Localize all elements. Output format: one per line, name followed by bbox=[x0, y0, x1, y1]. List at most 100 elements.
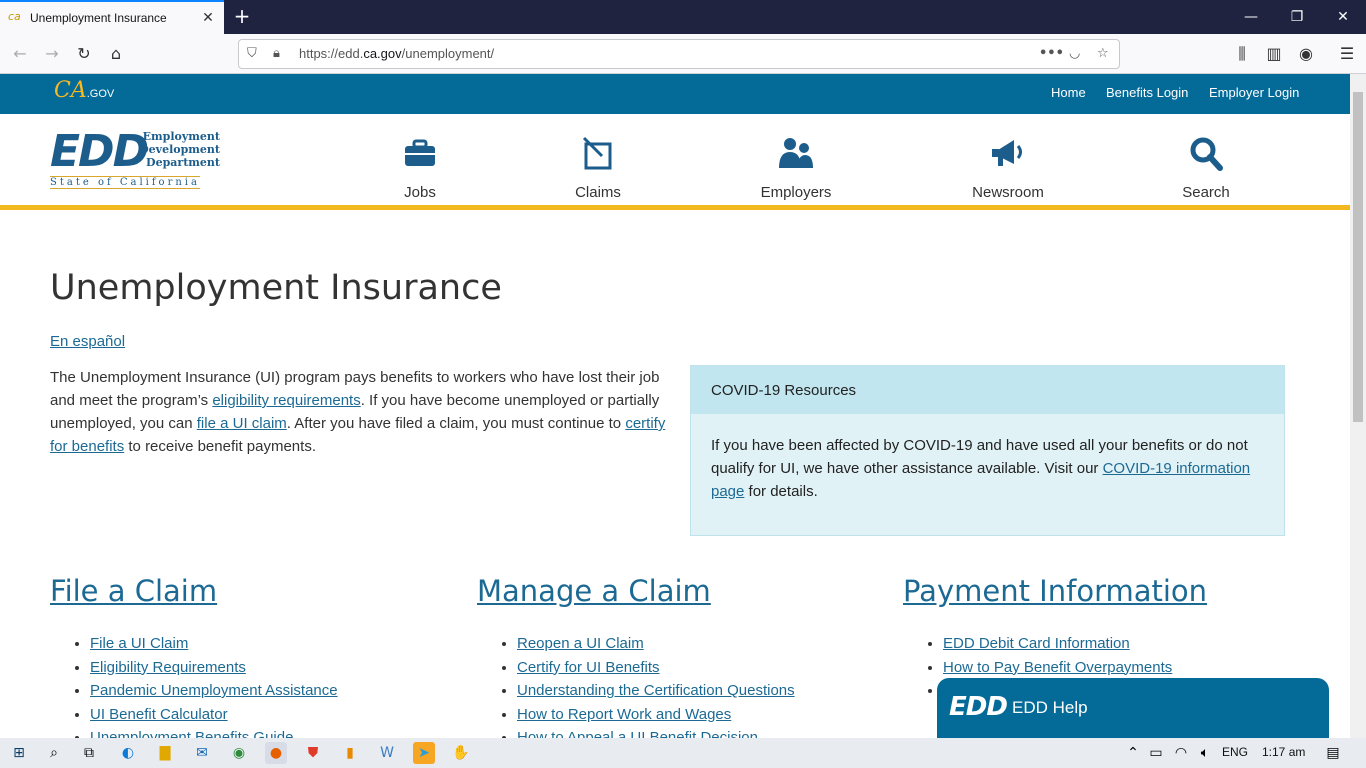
ca-gov-logo[interactable]: CA.GOV bbox=[54, 78, 114, 103]
employer-login-link[interactable]: Employer Login bbox=[1209, 85, 1299, 100]
edge-icon[interactable]: ◐ bbox=[117, 742, 139, 764]
covid-resources-box: COVID-19 Resources If you have been affe… bbox=[690, 365, 1285, 536]
nav-search[interactable]: Search bbox=[1176, 134, 1236, 201]
taskbar-search-icon[interactable]: ⌕ bbox=[43, 742, 65, 764]
nav-jobs-label: Jobs bbox=[404, 184, 436, 201]
tab-title: Unemployment Insurance bbox=[30, 11, 167, 25]
mail-icon[interactable]: ✉ bbox=[191, 742, 213, 764]
report-work-item[interactable]: How to Report Work and Wages bbox=[517, 706, 731, 723]
url-bar[interactable]: ⛉ 🔒︎ https://edd.ca.gov/unemployment/ ••… bbox=[238, 39, 1120, 69]
browser-toolbar: ← → ↻ ⌂ ⛉ 🔒︎ https://edd.ca.gov/unemploy… bbox=[0, 34, 1366, 74]
clock[interactable]: 1:17 am bbox=[1262, 745, 1305, 759]
nav-employers[interactable]: Employers bbox=[756, 134, 836, 201]
dept-line-2: Development bbox=[139, 143, 220, 156]
covid-text-2: for details. bbox=[744, 483, 818, 500]
word-app-icon[interactable]: W bbox=[376, 742, 398, 764]
nav-newsroom[interactable]: Newsroom bbox=[968, 134, 1048, 201]
telegram-icon[interactable]: ➤ bbox=[413, 742, 435, 764]
benefits-login-link[interactable]: Benefits Login bbox=[1106, 85, 1188, 100]
scrollbar-thumb[interactable] bbox=[1353, 92, 1363, 422]
gov-logo-text: .GOV bbox=[86, 88, 115, 100]
library-icon[interactable]: ⫼ bbox=[1230, 42, 1254, 66]
tab-close-icon[interactable]: ✕ bbox=[198, 10, 218, 26]
lock-icon[interactable]: 🔒︎ bbox=[273, 46, 280, 61]
firefox-icon[interactable]: ● bbox=[265, 742, 287, 764]
site-header: EDD Employment Development Department St… bbox=[0, 114, 1350, 210]
people-icon bbox=[779, 138, 813, 168]
eligibility-item[interactable]: Eligibility Requirements bbox=[90, 659, 246, 676]
bookmark-star-icon[interactable]: ☆ bbox=[1097, 46, 1109, 61]
list-item: Eligibility Requirements bbox=[90, 656, 338, 680]
menu-icon[interactable]: ☰ bbox=[1335, 42, 1359, 66]
home-link[interactable]: Home bbox=[1051, 85, 1086, 100]
volume-icon[interactable]: 🔈︎ bbox=[1194, 742, 1216, 764]
edd-help-label: EDD Help bbox=[1012, 698, 1088, 717]
file-explorer-icon[interactable]: ▇ bbox=[154, 742, 176, 764]
edd-help-logo: EDD bbox=[949, 692, 1008, 722]
file-claim-heading-link[interactable]: File a Claim bbox=[50, 574, 217, 608]
ca-gov-favicon-icon: ca bbox=[8, 10, 21, 23]
account-icon[interactable]: ◉ bbox=[1294, 42, 1318, 66]
tray-expand-icon[interactable]: ⌃ bbox=[1122, 742, 1144, 764]
chrome-icon[interactable]: ◉ bbox=[228, 742, 250, 764]
notifications-icon[interactable]: ▤ bbox=[1322, 742, 1344, 764]
restore-icon[interactable]: ❐ bbox=[1274, 0, 1320, 34]
brave-icon[interactable]: ⛊ bbox=[302, 742, 324, 764]
more-actions-icon[interactable]: ••• bbox=[1039, 46, 1064, 61]
cert-questions-item[interactable]: Understanding the Certification Question… bbox=[517, 682, 795, 699]
payment-info-heading-link[interactable]: Payment Information bbox=[903, 574, 1207, 608]
edd-help-chat-button[interactable]: EDD EDD Help bbox=[937, 678, 1329, 738]
url-text[interactable]: https://edd.ca.gov/unemployment/ bbox=[299, 46, 494, 61]
edd-logo[interactable]: EDD Employment Development Department St… bbox=[50, 128, 220, 189]
search-icon bbox=[1190, 137, 1223, 171]
battery-icon[interactable]: ▭ bbox=[1145, 742, 1167, 764]
pua-item[interactable]: Pandemic Unemployment Assistance bbox=[90, 682, 338, 699]
appeal-item[interactable]: How to Appeal a UI Benefit Decision bbox=[517, 729, 758, 738]
file-ui-claim-item[interactable]: File a UI Claim bbox=[90, 635, 188, 652]
calculator-item[interactable]: UI Benefit Calculator bbox=[90, 706, 228, 723]
espanol-link[interactable]: En español bbox=[50, 333, 125, 350]
nav-claims[interactable]: Claims bbox=[568, 134, 628, 201]
browser-tab-bar: ca Unemployment Insurance ✕ + — ❐ ✕ bbox=[0, 0, 1366, 34]
list-item: How to Report Work and Wages bbox=[517, 703, 795, 727]
reload-icon[interactable]: ↻ bbox=[72, 42, 96, 66]
chart-app-icon[interactable]: ▮ bbox=[339, 742, 361, 764]
url-prefix: https://edd. bbox=[299, 46, 364, 61]
pocket-icon[interactable]: ◡ bbox=[1069, 46, 1080, 61]
list-item: UI Benefit Calculator bbox=[90, 703, 338, 727]
certify-item[interactable]: Certify for UI Benefits bbox=[517, 659, 660, 676]
windows-taskbar: ⊞ ⌕ ⧉ ◐ ▇ ✉ ◉ ● ⛊ ▮ W ➤ ✋ ⌃ ▭ ◠ 🔈︎ ENG 1… bbox=[0, 738, 1366, 768]
browser-tab[interactable]: ca Unemployment Insurance ✕ bbox=[0, 0, 224, 34]
reopen-claim-item[interactable]: Reopen a UI Claim bbox=[517, 635, 644, 652]
shield-icon[interactable]: ⛉ bbox=[247, 46, 257, 61]
back-icon[interactable]: ← bbox=[8, 42, 32, 66]
covid-heading: COVID-19 Resources bbox=[691, 366, 1284, 414]
home-icon[interactable]: ⌂ bbox=[104, 42, 128, 66]
url-domain: ca.gov bbox=[363, 46, 402, 61]
page-scrollbar[interactable] bbox=[1350, 74, 1366, 738]
task-view-icon[interactable]: ⧉ bbox=[78, 742, 100, 764]
list-item: Certify for UI Benefits bbox=[517, 656, 795, 680]
covid-body: If you have been affected by COVID-19 an… bbox=[691, 414, 1284, 523]
window-close-icon[interactable]: ✕ bbox=[1320, 0, 1366, 34]
debit-card-item[interactable]: EDD Debit Card Information bbox=[943, 635, 1130, 652]
list-item: File a UI Claim bbox=[90, 632, 338, 656]
new-tab-button[interactable]: + bbox=[230, 4, 254, 30]
overpayments-item[interactable]: How to Pay Benefit Overpayments bbox=[943, 659, 1172, 676]
windows-start-icon[interactable]: ⊞ bbox=[8, 742, 30, 764]
language-indicator[interactable]: ENG bbox=[1222, 745, 1248, 759]
page-title: Unemployment Insurance bbox=[50, 268, 502, 308]
list-item: Understanding the Certification Question… bbox=[517, 679, 795, 703]
forward-icon[interactable]: → bbox=[40, 42, 64, 66]
wifi-icon[interactable]: ◠ bbox=[1170, 742, 1192, 764]
benefits-guide-item[interactable]: Unemployment Benefits Guide bbox=[90, 729, 293, 738]
eligibility-link[interactable]: eligibility requirements bbox=[212, 392, 360, 409]
sidebar-icon[interactable]: ▥ bbox=[1262, 42, 1286, 66]
minimize-icon[interactable]: — bbox=[1228, 0, 1274, 34]
nav-jobs[interactable]: Jobs bbox=[390, 134, 450, 201]
manage-claim-heading-link[interactable]: Manage a Claim bbox=[477, 574, 711, 608]
file-ui-claim-link[interactable]: file a UI claim bbox=[197, 415, 287, 432]
app-icon[interactable]: ✋ bbox=[450, 742, 472, 764]
dept-line-3: Department bbox=[146, 156, 220, 169]
intro-paragraph: The Unemployment Insurance (UI) program … bbox=[50, 366, 670, 458]
